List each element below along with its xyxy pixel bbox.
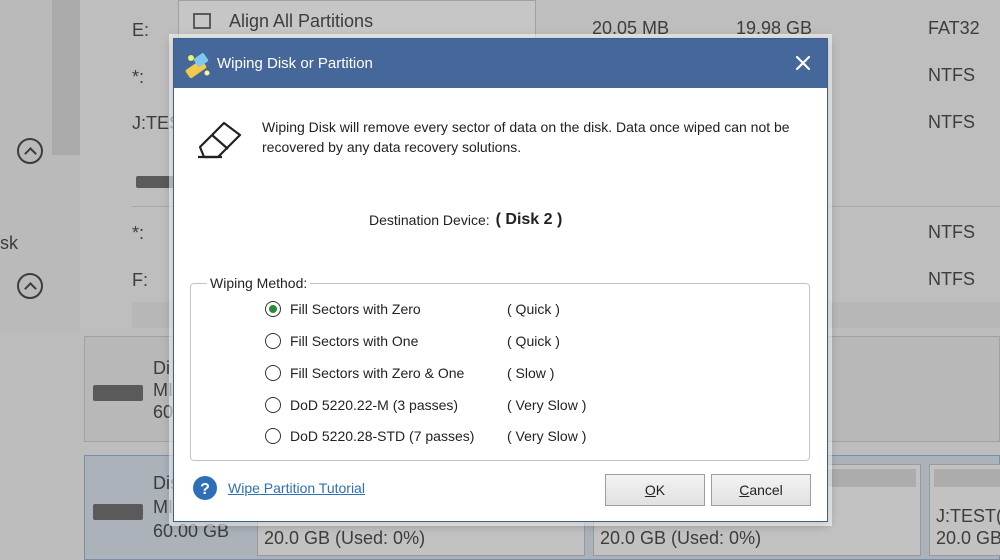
info-section: Wiping Disk will remove every sector of … bbox=[194, 117, 813, 161]
option-label: Fill Sectors with Zero & One bbox=[290, 365, 465, 381]
tutorial-link[interactable]: Wipe Partition Tutorial bbox=[228, 480, 365, 496]
option-dod-7[interactable]: DoD 5220.28-STD (7 passes) ( Very Slow ) bbox=[265, 425, 586, 447]
ok-button[interactable]: OK bbox=[605, 474, 705, 506]
info-message: Wiping Disk will remove every sector of … bbox=[262, 119, 790, 155]
option-fill-one[interactable]: Fill Sectors with One ( Quick ) bbox=[265, 330, 560, 352]
option-label: Fill Sectors with Zero bbox=[290, 301, 421, 317]
wiping-method-group: Wiping Method: Fill Sectors with Zero ( … bbox=[190, 275, 810, 461]
option-speed: ( Very Slow ) bbox=[507, 397, 587, 413]
help-icon[interactable]: ? bbox=[192, 475, 218, 501]
cancel-button[interactable]: Cancel bbox=[711, 474, 811, 506]
destination-label: Destination Device: bbox=[369, 212, 490, 228]
cancel-mnemonic: C bbox=[739, 482, 750, 498]
ok-label-rest: K bbox=[655, 482, 666, 498]
cancel-label-rest: ancel bbox=[749, 482, 783, 498]
radio-icon[interactable] bbox=[265, 428, 281, 444]
option-fill-zero-one[interactable]: Fill Sectors with Zero & One ( Slow ) bbox=[265, 362, 554, 384]
destination-value: ( Disk 2 ) bbox=[495, 211, 563, 228]
radio-selected-icon[interactable] bbox=[265, 301, 281, 317]
dialog-title: Wiping Disk or Partition bbox=[217, 55, 373, 72]
wiping-method-label: Wiping Method: bbox=[207, 275, 311, 291]
eraser-icon bbox=[198, 121, 242, 159]
option-label: Fill Sectors with One bbox=[290, 333, 419, 349]
close-icon bbox=[795, 55, 811, 71]
radio-icon[interactable] bbox=[265, 333, 281, 349]
option-fill-zero[interactable]: Fill Sectors with Zero ( Quick ) bbox=[265, 298, 560, 320]
radio-icon[interactable] bbox=[265, 397, 281, 413]
ok-mnemonic: O bbox=[644, 482, 656, 498]
option-label: DoD 5220.28-STD (7 passes) bbox=[290, 428, 475, 444]
option-speed: ( Quick ) bbox=[507, 333, 560, 349]
option-dod-3[interactable]: DoD 5220.22-M (3 passes) ( Very Slow ) bbox=[265, 394, 586, 416]
destination-row: Destination Device: ( Disk 2 ) bbox=[369, 211, 562, 229]
wipe-dialog: Wiping Disk or Partition Wiping Disk wil… bbox=[173, 38, 828, 522]
option-speed: ( Very Slow ) bbox=[507, 428, 587, 444]
radio-icon[interactable] bbox=[265, 365, 281, 381]
dialog-titlebar[interactable]: Wiping Disk or Partition bbox=[174, 39, 827, 88]
svg-text:?: ? bbox=[200, 481, 210, 498]
option-speed: ( Quick ) bbox=[507, 301, 560, 317]
close-button[interactable] bbox=[787, 47, 819, 79]
wipe-app-icon bbox=[185, 52, 210, 78]
option-label: DoD 5220.22-M (3 passes) bbox=[290, 397, 459, 413]
option-speed: ( Slow ) bbox=[507, 365, 555, 381]
